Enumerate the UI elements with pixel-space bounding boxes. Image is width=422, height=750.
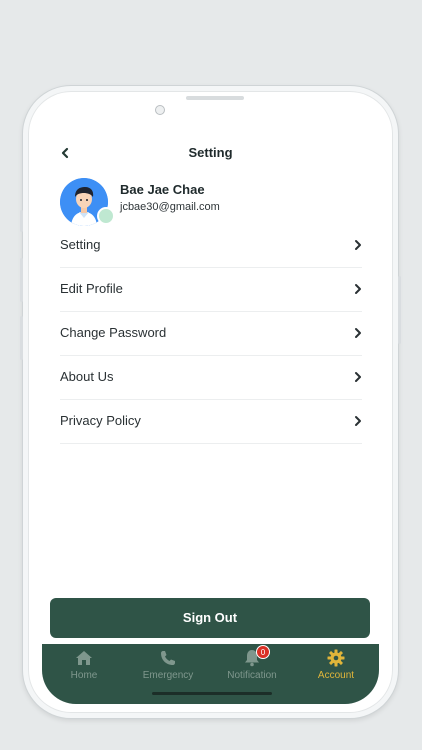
- gear-icon: [294, 648, 378, 670]
- online-status-dot: [97, 207, 115, 225]
- menu-item-label: Setting: [60, 237, 101, 252]
- speaker-slot: [186, 96, 244, 100]
- tab-home[interactable]: Home: [42, 648, 126, 688]
- menu-item-label: About Us: [60, 369, 114, 384]
- notification-badge: 0: [256, 645, 270, 659]
- chevron-right-icon: [354, 400, 362, 459]
- phone-frame: Setting Bae Jae Chae jcbae30@gmail.com S…: [20, 86, 401, 718]
- screen: Setting Bae Jae Chae jcbae30@gmail.com S…: [28, 91, 393, 713]
- camera-icon: [155, 105, 165, 115]
- header: Setting: [28, 141, 393, 165]
- settings-menu: Setting Edit Profile Change Password Abo…: [60, 224, 362, 444]
- tab-label: Emergency: [142, 670, 194, 681]
- phone-side-button: [398, 276, 401, 344]
- tab-emergency[interactable]: Emergency: [126, 648, 210, 688]
- menu-item-label: Change Password: [60, 325, 167, 340]
- menu-item-edit-profile[interactable]: Edit Profile: [60, 268, 362, 312]
- profile-card: Bae Jae Chae jcbae30@gmail.com: [60, 178, 373, 226]
- sign-out-button[interactable]: Sign Out: [50, 598, 370, 638]
- home-icon: [42, 648, 126, 670]
- tab-label: Account: [317, 670, 355, 681]
- tab-label: Notification: [227, 670, 277, 681]
- bottom-tab-bar: Home Emergency 0 Notification Account: [42, 644, 379, 704]
- tab-notification[interactable]: 0 Notification: [210, 645, 294, 688]
- home-indicator: [152, 692, 272, 695]
- menu-item-about-us[interactable]: About Us: [60, 356, 362, 400]
- tab-label: Home: [70, 670, 98, 681]
- menu-item-label: Privacy Policy: [60, 413, 141, 428]
- phone-side-button: [20, 316, 23, 360]
- menu-item-label: Edit Profile: [60, 281, 123, 296]
- tab-account[interactable]: Account: [294, 648, 378, 688]
- phone-icon: [126, 648, 210, 670]
- phone-side-button: [20, 210, 23, 232]
- profile-name: Bae Jae Chae: [120, 182, 205, 197]
- menu-item-change-password[interactable]: Change Password: [60, 312, 362, 356]
- page-title: Setting: [188, 145, 233, 160]
- menu-item-privacy-policy[interactable]: Privacy Policy: [60, 400, 362, 444]
- profile-email: jcbae30@gmail.com: [120, 201, 220, 213]
- phone-side-button: [20, 258, 23, 302]
- menu-item-setting[interactable]: Setting: [60, 224, 362, 268]
- bell-icon: [210, 648, 294, 670]
